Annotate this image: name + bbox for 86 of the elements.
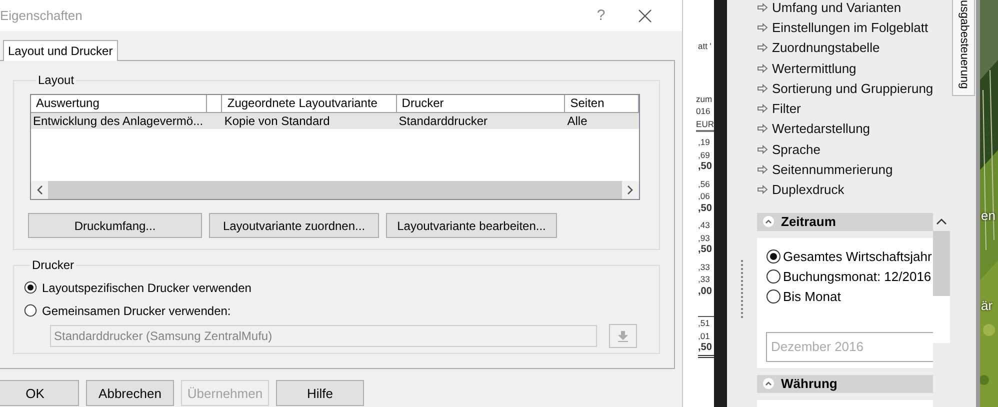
- arrow-icon: [757, 104, 768, 114]
- radio-button[interactable]: [24, 304, 37, 317]
- document-text: ,50: [698, 342, 713, 354]
- table-row[interactable]: Entwicklung des Anlagevermö... Kopie von Standard Standarddrucker Alle: [31, 113, 639, 129]
- horizontal-scrollbar[interactable]: [31, 181, 639, 199]
- document-text: ,33: [698, 260, 711, 273]
- section-header[interactable]: Zeitraum: [757, 212, 933, 231]
- arrow-icon: [757, 144, 768, 154]
- radio-label[interactable]: Gemeinsamen Drucker verwenden:: [42, 304, 231, 318]
- panel-link[interactable]: Seitennummerierung: [772, 162, 893, 178]
- section-title: Währung: [781, 376, 838, 392]
- document-text: ,93: [698, 232, 711, 244]
- document-text: ,50: [698, 202, 713, 215]
- table-cell-text: Standarddrucker: [398, 113, 489, 129]
- chevron-up-icon[interactable]: [763, 216, 774, 228]
- panel-link[interactable]: Sprache: [772, 142, 820, 157]
- document-text: ,51: [698, 317, 711, 330]
- scroll-right-icon[interactable]: [627, 185, 634, 195]
- document-text: ,43: [698, 219, 711, 232]
- section-title: Zeitraum: [781, 214, 836, 230]
- dialog-button[interactable]: OK: [0, 380, 79, 406]
- panel-link[interactable]: Zuordnungstabelle: [772, 40, 880, 56]
- arrow-icon: [757, 22, 768, 32]
- section-header[interactable]: Währung: [757, 374, 933, 393]
- panel-link[interactable]: Wertermittlung: [772, 60, 856, 76]
- help-button[interactable]: ?: [591, 7, 611, 24]
- dialog-button[interactable]: Hilfe: [276, 380, 364, 406]
- document-text: ,19: [698, 136, 711, 148]
- side-tab[interactable]: usgabesteuerung: [952, 0, 975, 96]
- arrow-icon: [757, 84, 768, 93]
- vertical-scrollbar[interactable]: [933, 212, 950, 343]
- scroll-left-icon[interactable]: [36, 185, 43, 195]
- document-text: ,69: [698, 148, 711, 161]
- document-text: ,00: [698, 286, 713, 298]
- tab[interactable]: Layout und Drucker: [3, 40, 118, 61]
- panel-link[interactable]: Einstellungen im Folgeblatt: [772, 20, 928, 35]
- panel-link[interactable]: Wertedarstellung: [772, 121, 870, 136]
- document-text: 016: [696, 105, 712, 118]
- layout-list[interactable]: Auswertung Zugeordnete Layoutvariante Drucker Seiten Entwicklung des Anlagevermö... Kopie von Standard Standarddrucker Alle: [30, 94, 640, 200]
- document-text: ,33: [698, 273, 711, 286]
- action-button[interactable]: Layoutvariante zuordnen...: [209, 213, 379, 238]
- document-text: EUR: [696, 118, 714, 130]
- radio-label[interactable]: Layoutspezifischen Drucker verwenden: [42, 280, 252, 294]
- document-text: zum: [696, 92, 714, 105]
- document-text: ,01: [698, 330, 711, 342]
- radio-button[interactable]: [766, 269, 781, 284]
- panel-link[interactable]: Sortierung und Gruppierung: [772, 80, 934, 96]
- action-button[interactable]: Druckumfang...: [28, 213, 202, 238]
- document-text: ,50: [698, 244, 713, 256]
- arrow-icon: [757, 64, 768, 73]
- arrow-icon: [757, 2, 768, 12]
- table-cell-text: Kopie von Standard: [223, 113, 331, 129]
- dialog-button[interactable]: Abbrechen: [86, 380, 174, 406]
- close-icon[interactable]: [638, 8, 652, 22]
- document-text: att ': [698, 40, 712, 52]
- arrow-down-icon: [617, 330, 629, 342]
- document-text: ,56: [698, 178, 711, 190]
- group-title: Layout: [37, 73, 76, 87]
- window-title: Eigenschaften: [0, 8, 84, 23]
- desktop-label: är: [981, 298, 993, 313]
- arrow-icon: [757, 124, 768, 134]
- panel-link[interactable]: Filter: [772, 101, 801, 116]
- radio-label[interactable]: Bis Monat: [783, 289, 841, 304]
- document-text: ,06: [698, 190, 711, 202]
- column-header[interactable]: Auswertung: [31, 95, 208, 112]
- panel-link[interactable]: Duplexdruck: [772, 182, 844, 198]
- desktop-label: en: [981, 208, 996, 223]
- table-cell-text: Entwicklung des Anlagevermö...: [32, 113, 204, 129]
- group-title: Drucker: [31, 258, 76, 272]
- radio-label[interactable]: Gesamtes Wirtschaftsjahr: [783, 249, 932, 264]
- column-header[interactable]: Seiten: [565, 95, 639, 112]
- radio-button[interactable]: [24, 281, 37, 294]
- arrow-icon: [757, 185, 768, 194]
- table-cell-text: Alle: [566, 113, 588, 129]
- panel-link[interactable]: Umfang und Varianten: [772, 0, 902, 15]
- action-button[interactable]: Layoutvariante bearbeiten...: [386, 213, 557, 238]
- column-header[interactable]: Zugeordnete Layoutvariante: [222, 95, 397, 112]
- arrow-icon: [757, 165, 768, 174]
- document-text: ,50: [698, 161, 713, 174]
- column-header[interactable]: Drucker: [396, 95, 566, 112]
- scroll-up-icon[interactable]: [936, 218, 947, 226]
- radio-button[interactable]: [766, 249, 781, 264]
- radio-label[interactable]: Buchungsmonat: 12/2016: [783, 269, 932, 284]
- chevron-up-icon[interactable]: [763, 378, 774, 390]
- arrow-icon: [757, 43, 768, 52]
- radio-button[interactable]: [766, 289, 781, 304]
